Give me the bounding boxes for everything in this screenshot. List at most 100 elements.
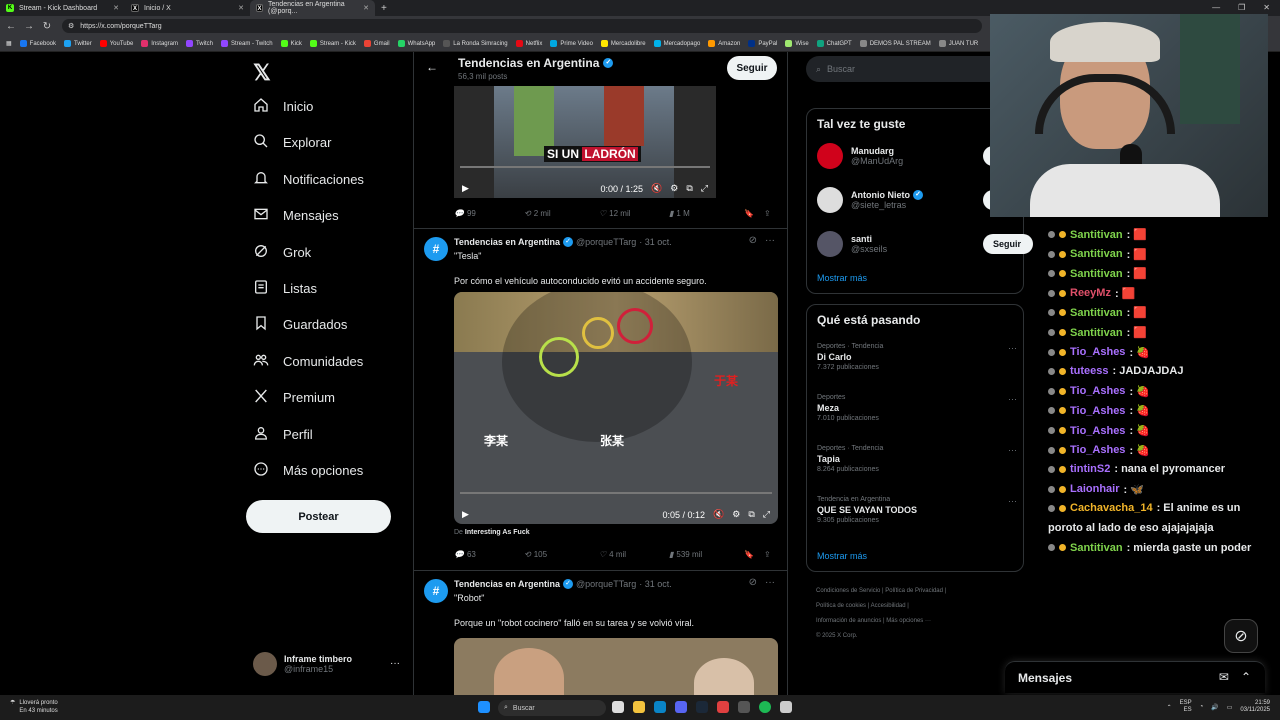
chat-username[interactable]: tintinS2 <box>1070 463 1110 475</box>
tweet-handle[interactable]: @porqueTTarg <box>576 579 636 589</box>
back-icon[interactable]: ← <box>4 21 18 32</box>
video-player[interactable] <box>454 638 778 695</box>
footer-link[interactable]: Información de anuncios | Más opciones ·… <box>816 614 1016 629</box>
tweet-author[interactable]: Tendencias en Argentina <box>454 579 560 589</box>
tweet-date[interactable]: · 31 oct. <box>639 237 672 247</box>
tweet-date[interactable]: · 31 oct. <box>639 579 672 589</box>
browser-tab[interactable]: K Stream - Kick Dashboard ✕ <box>0 0 125 16</box>
fullscreen-icon[interactable]: ⤢ <box>763 509 770 520</box>
pip-icon[interactable]: ⧉ <box>748 509 754 520</box>
more-icon[interactable]: ··· <box>1008 343 1017 353</box>
chat-username[interactable]: Santitivan <box>1070 542 1123 554</box>
nav-item[interactable]: Perfil <box>253 425 313 444</box>
chat-username[interactable]: Santitivan <box>1070 327 1123 339</box>
bookmark-item[interactable]: ChatGPT <box>816 40 852 47</box>
bookmark-item[interactable]: YouTube <box>99 40 133 47</box>
new-tab-icon[interactable]: + <box>381 3 387 14</box>
video-player[interactable]: 于某 李某 张某 ▶ 0:05 / 0:12 🔇 ⚙ ⧉ ⤢ <box>454 292 778 524</box>
nav-item[interactable]: Premium <box>253 388 335 407</box>
nav-item[interactable]: Comunidades <box>253 352 363 371</box>
like-button[interactable]: ♡ 4 mil <box>599 550 669 559</box>
more-icon[interactable]: ··· <box>1008 394 1017 404</box>
steam-icon[interactable] <box>696 701 708 713</box>
back-arrow-icon[interactable]: ← <box>426 60 438 74</box>
nav-item[interactable]: Guardados <box>253 315 347 334</box>
bookmark-item[interactable]: PayPal <box>748 40 777 47</box>
x-logo-icon[interactable]: 𝕏 <box>253 60 271 86</box>
battery-icon[interactable]: ▭ <box>1227 704 1233 711</box>
compose-message-icon[interactable]: ✉ <box>1219 670 1229 684</box>
chat-username[interactable]: Tio_Ashes <box>1070 444 1125 456</box>
bookmark-item[interactable]: JUAN TUR <box>938 40 978 47</box>
more-icon[interactable]: ··· <box>765 577 775 588</box>
repost-button[interactable]: ⟲ 2 mil <box>524 209 599 218</box>
footer-link[interactable]: Condiciones de Servicio | Política de Pr… <box>816 584 1016 599</box>
bookmark-item[interactable]: Twitter <box>64 40 92 47</box>
bookmark-item[interactable]: Prime Video <box>550 40 593 47</box>
nav-item[interactable]: Inicio <box>253 97 313 116</box>
close-window-icon[interactable]: ✕ <box>1263 3 1270 12</box>
bookmark-item[interactable]: Stream - Kick <box>309 40 356 47</box>
source-link[interactable]: Interesting As Fuck <box>465 529 530 536</box>
pip-icon[interactable]: ⧉ <box>686 183 692 194</box>
more-icon[interactable]: ··· <box>1008 496 1017 506</box>
show-more-link[interactable]: Mostrar más <box>817 551 867 561</box>
chat-username[interactable]: Santitivan <box>1070 248 1123 260</box>
more-icon[interactable]: ··· <box>1008 445 1017 455</box>
windows-start-icon[interactable] <box>478 701 490 713</box>
chat-username[interactable]: Santitivan <box>1070 307 1123 319</box>
footer-link[interactable]: Política de cookies | Accesibilidad | <box>816 599 1016 614</box>
post-button[interactable]: Postear <box>246 500 391 533</box>
browser-tab[interactable]: X Inicio / X ✕ <box>125 0 250 16</box>
fullscreen-icon[interactable]: ⤢ <box>701 183 708 194</box>
nav-item[interactable]: Mensajes <box>253 206 339 225</box>
browser-tab-active[interactable]: X Tendencias en Argentina (@porq... ✕ <box>250 0 375 16</box>
language-indicator[interactable]: ESP <box>1180 700 1192 707</box>
bookmark-item[interactable]: Instagram <box>141 40 178 47</box>
share-icon[interactable]: ⇪ <box>764 550 771 559</box>
mute-icon[interactable]: 🔇 <box>713 509 724 520</box>
show-more-link[interactable]: Mostrar más <box>817 273 867 283</box>
app-icon[interactable] <box>780 701 792 713</box>
reply-button[interactable]: 💬 63 <box>454 550 524 559</box>
repost-button[interactable]: ⟲ 105 <box>524 550 599 559</box>
bookmark-item[interactable]: WhatsApp <box>397 40 435 47</box>
settings-icon[interactable]: ⚙ <box>732 509 740 520</box>
bookmark-item[interactable]: Amazon <box>708 40 740 47</box>
task-view-icon[interactable] <box>612 701 624 713</box>
follow-button[interactable]: Seguir <box>983 234 1033 254</box>
maximize-icon[interactable]: ❐ <box>1238 3 1245 12</box>
spotify-icon[interactable] <box>759 701 771 713</box>
video-progress[interactable] <box>460 166 710 168</box>
suggested-account[interactable]: Manudarg @ManUdArg <box>817 143 903 169</box>
file-explorer-icon[interactable] <box>633 701 645 713</box>
wifi-icon[interactable]: ◔ <box>1200 704 1204 710</box>
bookmark-item[interactable]: Stream - Twitch <box>220 40 273 47</box>
chat-username[interactable]: ReeyMz <box>1070 287 1111 299</box>
bookmark-item[interactable]: Twitch <box>185 40 213 47</box>
messages-drawer[interactable]: Mensajes ✉ ⌃ <box>1005 661 1265 693</box>
suggested-account[interactable]: santi @sxseils <box>817 231 887 257</box>
suggested-account[interactable]: Antonio Nieto ✓ @siete_letras <box>817 187 923 213</box>
forward-icon[interactable]: → <box>22 21 36 32</box>
chat-username[interactable]: Tio_Ashes <box>1070 346 1125 358</box>
grok-icon[interactable]: ⊘ <box>749 577 757 588</box>
like-button[interactable]: ♡ 12 mil <box>599 209 669 218</box>
tweet[interactable]: # Tendencias en Argentina ✓ @porqueTTarg · … <box>414 570 787 695</box>
avatar[interactable] <box>817 187 843 213</box>
chat-username[interactable]: tuteess <box>1070 365 1109 377</box>
chat-username[interactable]: Santitivan <box>1070 268 1123 280</box>
mute-icon[interactable]: 🔇 <box>651 183 662 194</box>
chat-username[interactable]: Tio_Ashes <box>1070 425 1125 437</box>
expand-icon[interactable]: ⌃ <box>1241 670 1251 684</box>
play-icon[interactable]: ▶ <box>462 509 469 520</box>
more-icon[interactable]: ··· <box>390 658 400 669</box>
app-icon[interactable] <box>738 701 750 713</box>
bookmark-item[interactable]: Wise <box>785 40 809 47</box>
tweet[interactable]: # Tendencias en Argentina ✓ @porqueTTarg · … <box>414 228 787 570</box>
views-button[interactable]: ▮ 539 mil <box>669 550 744 559</box>
chat-username[interactable]: Tio_Ashes <box>1070 405 1125 417</box>
chat-username[interactable]: Santitivan <box>1070 229 1123 241</box>
grok-fab-icon[interactable]: ⊘ <box>1224 619 1258 653</box>
nav-item[interactable]: Grok <box>253 243 311 262</box>
